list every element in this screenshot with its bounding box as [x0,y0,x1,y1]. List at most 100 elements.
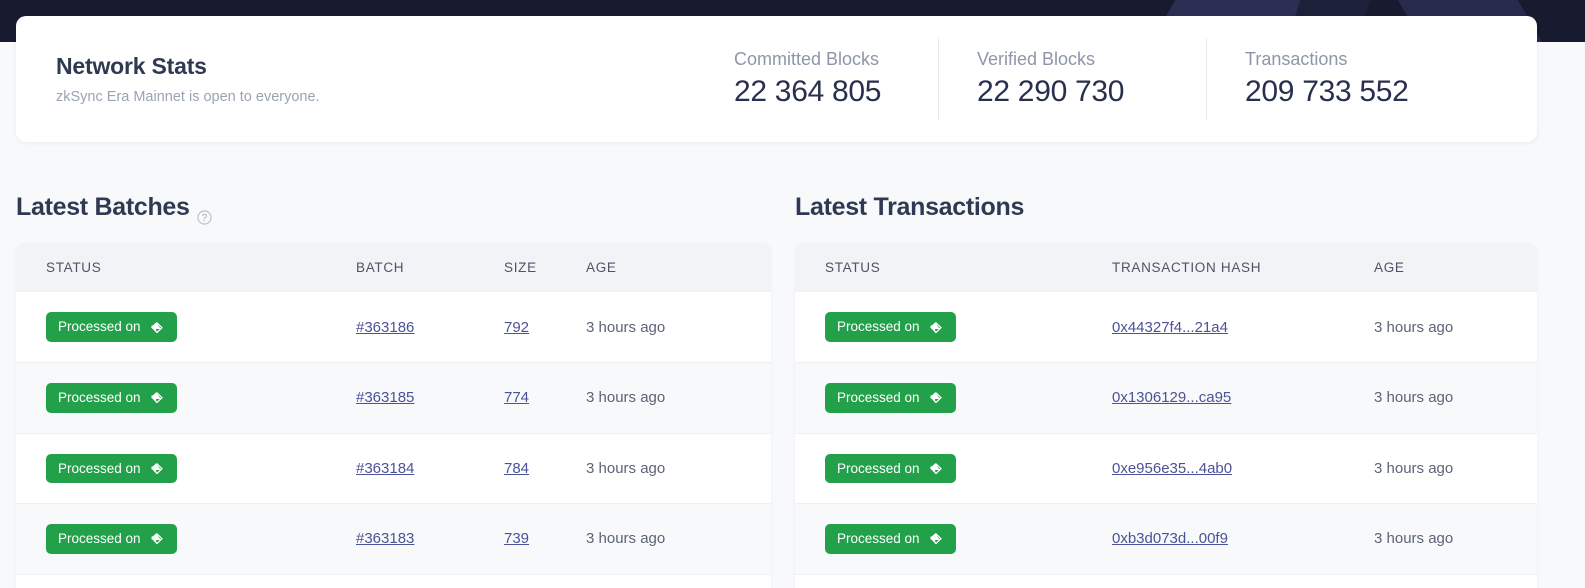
size-link[interactable]: 784 [504,460,529,477]
cell-status: Processed on [795,363,1082,434]
cell-status [795,574,1082,588]
batch-link[interactable]: #363185 [356,389,414,406]
cell-age: 3 hours ago [586,530,666,548]
table-row[interactable] [16,574,771,588]
cell-status: Processed on [16,363,326,434]
table-header-row: STATUS TRANSACTION HASH AGE [795,243,1537,292]
cell-status: Processed on [16,504,326,575]
status-badge[interactable]: Processed on [825,383,956,413]
cell-age [1344,574,1537,588]
cell-status: Processed on [16,433,326,504]
network-stats-card: Network Stats zkSync Era Mainnet is open… [16,16,1537,142]
cell-transaction-hash [1082,574,1344,588]
transaction-hash-link[interactable]: 0xe956e35...4ab0 [1112,460,1232,477]
table-row[interactable]: Processed on 0xe956e35...4ab0 3 hours ag… [795,433,1537,504]
table-row[interactable]: Processed on 0x44327f4...21a4 3 hours ag… [795,292,1537,363]
metric-transactions: Transactions 209 733 552 [1206,38,1506,120]
status-badge-label: Processed on [837,531,920,546]
status-badge-label: Processed on [837,390,920,405]
network-stats-text: Network Stats zkSync Era Mainnet is open… [16,53,696,105]
size-link[interactable]: 739 [504,530,529,547]
zksync-logo-icon [148,533,165,545]
status-badge[interactable]: Processed on [825,453,956,483]
status-badge[interactable]: Processed on [46,312,177,342]
table-header: STATUS TRANSACTION HASH AGE [795,243,1537,292]
zksync-logo-icon [927,533,944,545]
column-header-batch: BATCH [356,260,405,275]
table-header-row: STATUS BATCH SIZE AGE [16,243,771,292]
zksync-logo-icon [148,321,165,333]
table-row[interactable]: Processed on #363183 739 3 hours ago [16,503,771,575]
batch-link[interactable]: #363183 [356,530,414,547]
page-subtitle: zkSync Era Mainnet is open to everyone. [56,89,320,105]
metric-label: Transactions [1245,49,1348,69]
status-badge-label: Processed on [837,460,920,476]
table-header: STATUS BATCH SIZE AGE [16,243,771,292]
cell-size: 739 [474,504,556,575]
cell-batch: #363184 [326,433,474,504]
table-row[interactable]: Processed on #363184 784 3 hours ago [16,433,771,504]
cell-status: Processed on [795,433,1082,504]
table-row[interactable]: Processed on #363186 792 3 hours ago [16,292,771,363]
latest-batches-table: STATUS BATCH SIZE AGE Processed on #3631… [16,243,771,588]
zksync-logo-icon [148,462,165,474]
cell-size [474,574,556,588]
size-link[interactable]: 774 [504,389,529,406]
metric-committed-blocks: Committed Blocks 22 364 805 [696,38,938,120]
table-body: Processed on #363186 792 3 hours ago Pro… [16,292,771,588]
transaction-hash-link[interactable]: 0xb3d073d...00f9 [1112,530,1228,547]
status-badge-label: Processed on [58,319,141,335]
transaction-hash-link[interactable]: 0x44327f4...21a4 [1112,319,1228,336]
column-header-size: SIZE [504,260,537,275]
metric-value: 22 364 805 [734,75,882,108]
cell-status: Processed on [16,292,326,363]
cell-age: 3 hours ago [586,318,666,336]
status-badge[interactable]: Processed on [46,383,177,413]
metric-label: Committed Blocks [734,49,880,69]
table-row[interactable] [795,574,1537,588]
batch-link[interactable]: #363186 [356,319,414,336]
cell-size: 784 [474,433,556,504]
column-header-transaction-hash: TRANSACTION HASH [1112,260,1262,275]
metric-verified-blocks: Verified Blocks 22 290 730 [938,38,1206,120]
transaction-hash-link[interactable]: 0x1306129...ca95 [1112,389,1231,406]
latest-batches-table-card: STATUS BATCH SIZE AGE Processed on #3631… [16,243,771,588]
column-header-status: STATUS [46,260,102,275]
column-header-status: STATUS [825,260,881,275]
zksync-logo-icon [927,321,944,333]
status-badge[interactable]: Processed on [825,524,956,554]
latest-batches-heading: Latest Batches [16,193,212,225]
status-badge-label: Processed on [58,460,141,476]
latest-transactions-heading: Latest Transactions [795,193,1024,222]
status-badge[interactable]: Processed on [46,524,177,554]
table-row[interactable]: Processed on #363185 774 3 hours ago [16,362,771,434]
cell-age: 3 hours ago [586,459,666,477]
table-body: Processed on 0x44327f4...21a4 3 hours ag… [795,292,1537,588]
table-row[interactable]: Processed on 0x1306129...ca95 3 hours ag… [795,362,1537,434]
question-circle-icon[interactable] [197,203,212,225]
network-stats-metrics: Committed Blocks 22 364 805 Verified Blo… [696,38,1537,120]
status-badge-label: Processed on [837,319,920,335]
latest-transactions-table: STATUS TRANSACTION HASH AGE Processed on [795,243,1537,588]
cell-batch: #363185 [326,363,474,434]
cell-size: 774 [474,363,556,434]
cell-age [556,574,771,588]
status-badge[interactable]: Processed on [46,453,177,483]
table-row[interactable]: Processed on 0xb3d073d...00f9 3 hours ag… [795,503,1537,575]
cell-age: 3 hours ago [1374,530,1454,548]
size-link[interactable]: 792 [504,319,529,336]
status-badge[interactable]: Processed on [825,312,956,342]
cell-batch [326,574,474,588]
cell-batch: #363186 [326,292,474,363]
metric-label: Verified Blocks [977,49,1096,69]
cell-status: Processed on [795,504,1082,575]
zksync-logo-icon [927,462,944,474]
cell-status [16,574,326,588]
zksync-logo-icon [148,392,165,404]
cell-transaction-hash: 0xb3d073d...00f9 [1082,504,1344,575]
batch-link[interactable]: #363184 [356,460,414,477]
cell-age: 3 hours ago [1374,318,1454,336]
zksync-logo-icon [927,392,944,404]
status-badge-label: Processed on [58,531,141,546]
cell-age: 3 hours ago [586,389,666,407]
